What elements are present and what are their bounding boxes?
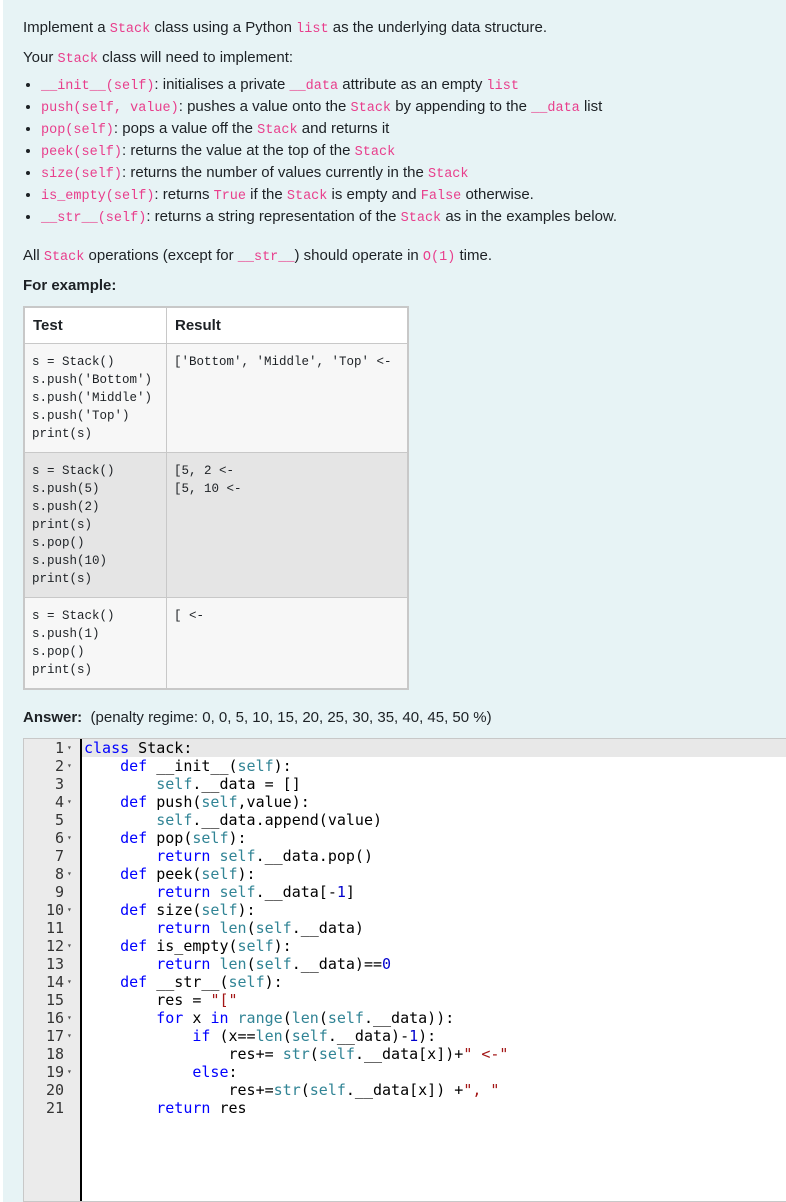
method-spec-list: __init__(self): initialises a private __… <box>3 74 617 228</box>
code-editor[interactable]: 1 ▾ 2 ▾ 3 4 ▾ 5 6 ▾ 7 8 ▾ 9 10 ▾ 11 12 ▾ 13 14 ▾ 15 16 ▾ 17 ▾ 18 19 ▾… <box>23 738 786 1202</box>
intro-text: class using a Python <box>150 19 297 36</box>
test-cell: s = Stack() s.push('Bottom') s.push('Mid… <box>23 343 167 453</box>
fold-toggle-icon[interactable]: ▾ <box>67 739 72 757</box>
line-number: 6 <box>54 829 64 847</box>
line-number: 10 <box>45 901 64 919</box>
intro-line-2: Your Stack class will need to implement: <box>23 49 293 67</box>
result-cell: [5, 2 <- [5, 10 <- <box>166 452 409 598</box>
fold-toggle-icon[interactable]: ▾ <box>67 901 72 919</box>
result-cell: [ <- <box>166 597 409 690</box>
line-number: 14 <box>45 973 64 991</box>
code-line[interactable]: return self.__data[-1] <box>84 883 355 901</box>
fold-toggle-icon[interactable]: ▾ <box>67 793 72 811</box>
line-number: 12 <box>45 937 64 955</box>
code-line[interactable]: else: <box>84 1063 237 1081</box>
intro-line: Implement a Stack class using a Python l… <box>23 19 547 37</box>
code-line[interactable]: res = "[" <box>84 991 237 1009</box>
inline-code: Stack <box>57 52 98 67</box>
fold-toggle-icon[interactable]: ▾ <box>67 865 72 883</box>
result-cell: ['Bottom', 'Middle', 'Top' <- <box>166 343 409 453</box>
line-number: 11 <box>45 919 64 937</box>
complexity-note: All Stack operations (except for __str__… <box>23 247 493 265</box>
fold-toggle-icon[interactable]: ▾ <box>67 757 72 775</box>
line-number: 2 <box>54 757 64 775</box>
test-cell: s = Stack() s.push(1) s.pop() print(s) <box>23 597 167 690</box>
table-header-test: Test <box>23 306 167 344</box>
code-line[interactable]: self.__data = [] <box>84 775 301 793</box>
code-line[interactable]: def __init__(self): <box>84 757 292 775</box>
line-number: 3 <box>54 775 64 793</box>
line-number-gutter: 1 ▾ 2 ▾ 3 4 ▾ 5 6 ▾ 7 8 ▾ 9 10 ▾ 11 12 ▾ 13 14 ▾ 15 16 ▾ 17 ▾ 18 19 ▾… <box>24 739 82 1201</box>
code-line[interactable]: class Stack: <box>84 739 192 757</box>
answer-label: Answer: <box>23 709 83 726</box>
spec-item: pop(self): pops a value off the Stack an… <box>41 118 617 140</box>
line-number: 4 <box>54 793 64 811</box>
answer-heading: Answer: (penalty regime: 0, 0, 5, 10, 15… <box>23 709 492 726</box>
code-line[interactable]: def push(self,value): <box>84 793 310 811</box>
code-line[interactable]: res+= str(self.__data[x])+" <-" <box>84 1045 508 1063</box>
intro-text: Your <box>23 49 58 66</box>
code-line[interactable]: self.__data.append(value) <box>84 811 382 829</box>
line-number: 20 <box>45 1081 64 1099</box>
code-line[interactable]: def is_empty(self): <box>84 937 292 955</box>
code-line[interactable]: def peek(self): <box>84 865 255 883</box>
line-number: 18 <box>45 1045 64 1063</box>
spec-item: peek(self): returns the value at the top… <box>41 140 617 162</box>
table-row: s = Stack() s.push(1) s.pop() print(s) [… <box>23 597 409 690</box>
fold-toggle-icon[interactable]: ▾ <box>67 1063 72 1081</box>
code-line[interactable]: res+=str(self.__data[x]) +", " <box>84 1081 499 1099</box>
inline-code: list <box>296 22 329 37</box>
spec-item: size(self): returns the number of values… <box>41 162 617 184</box>
fold-toggle-icon[interactable]: ▾ <box>67 937 72 955</box>
examples-table: Test Result s = Stack() s.push('Bottom')… <box>23 306 409 690</box>
code-line[interactable]: return res <box>84 1099 246 1117</box>
line-number: 1 <box>54 739 64 757</box>
spec-item: __str__(self): returns a string represen… <box>41 206 617 228</box>
intro-text: Implement a <box>23 19 110 36</box>
code-line[interactable]: return len(self.__data)==0 <box>84 955 391 973</box>
code-line[interactable]: return len(self.__data) <box>84 919 364 937</box>
table-header-result: Result <box>166 306 409 344</box>
line-number: 5 <box>54 811 64 829</box>
fold-toggle-icon[interactable]: ▾ <box>67 829 72 847</box>
test-cell: s = Stack() s.push(5) s.push(2) print(s)… <box>23 452 167 598</box>
spec-item: __init__(self): initialises a private __… <box>41 74 617 96</box>
intro-text: as the underlying data structure. <box>328 19 548 36</box>
code-line[interactable]: def pop(self): <box>84 829 246 847</box>
line-number: 17 <box>45 1027 64 1045</box>
code-line[interactable]: if (x==len(self.__data)-1): <box>84 1027 436 1045</box>
line-number: 21 <box>45 1099 64 1117</box>
code-line[interactable]: def __str__(self): <box>84 973 283 991</box>
for-example-heading: For example: <box>23 277 117 294</box>
spec-item: is_empty(self): returns True if the Stac… <box>41 184 617 206</box>
spec-item: push(self, value): pushes a value onto t… <box>41 96 617 118</box>
penalty-regime: (penalty regime: 0, 0, 5, 10, 15, 20, 25… <box>90 709 492 726</box>
line-number: 16 <box>45 1009 64 1027</box>
question-panel: Implement a Stack class using a Python l… <box>3 0 786 1202</box>
code-line[interactable]: for x in range(len(self.__data)): <box>84 1009 454 1027</box>
line-number: 13 <box>45 955 64 973</box>
line-number: 9 <box>54 883 64 901</box>
intro-text: class will need to implement: <box>98 49 294 66</box>
fold-toggle-icon[interactable]: ▾ <box>67 973 72 991</box>
line-number: 15 <box>45 991 64 1009</box>
code-line[interactable]: return self.__data.pop() <box>84 847 373 865</box>
table-row: s = Stack() s.push(5) s.push(2) print(s)… <box>23 452 409 598</box>
line-number: 8 <box>54 865 64 883</box>
line-number: 7 <box>54 847 64 865</box>
code-line[interactable]: def size(self): <box>84 901 255 919</box>
fold-toggle-icon[interactable]: ▾ <box>67 1009 72 1027</box>
inline-code: Stack <box>109 22 151 37</box>
fold-toggle-icon[interactable]: ▾ <box>67 1027 72 1045</box>
line-number: 19 <box>45 1063 64 1081</box>
table-row: s = Stack() s.push('Bottom') s.push('Mid… <box>23 343 409 453</box>
